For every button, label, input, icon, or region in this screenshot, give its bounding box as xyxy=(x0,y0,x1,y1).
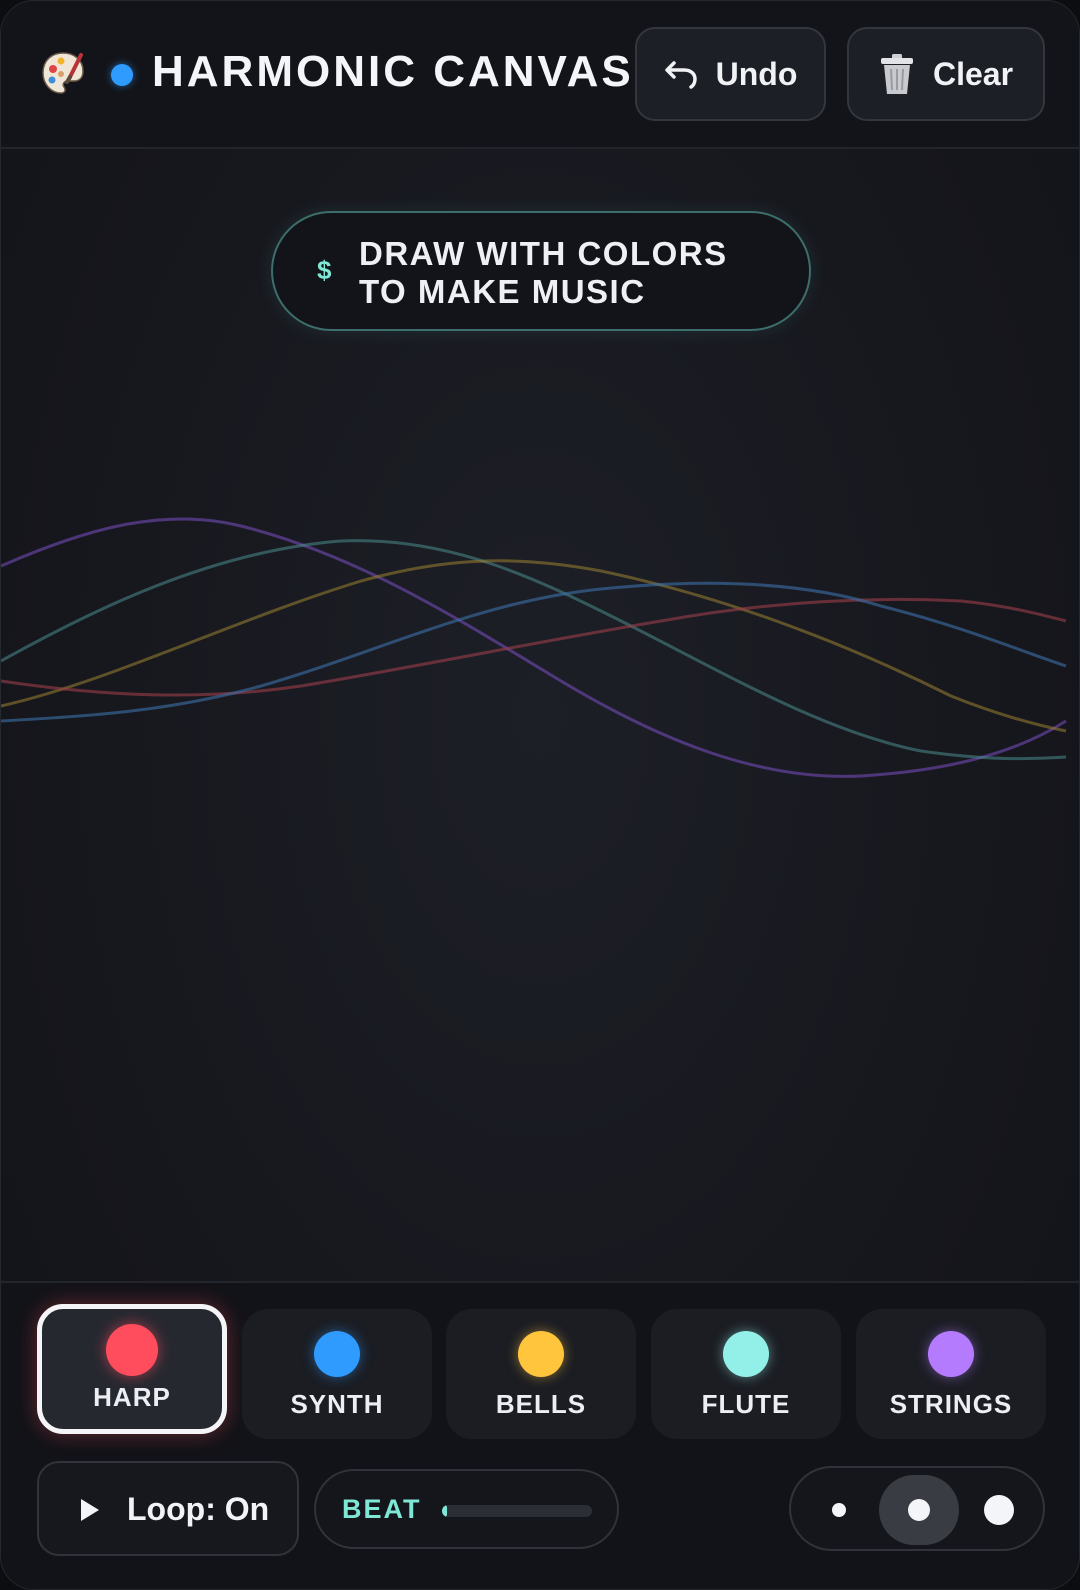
brush-size-selector xyxy=(789,1466,1045,1551)
palette-icon xyxy=(42,52,84,94)
clear-label: Clear xyxy=(932,55,1014,92)
instrument-synth[interactable]: SYNTH xyxy=(242,1309,432,1439)
wave-teal xyxy=(1,539,1067,761)
medium-dot-icon xyxy=(908,1499,930,1521)
synth-color-swatch xyxy=(314,1331,360,1377)
bells-color-swatch xyxy=(518,1331,564,1377)
instruction-banner: $ DRAW WITH COLORS TO MAKE MUSIC xyxy=(271,211,811,331)
undo-button[interactable]: Undo xyxy=(635,27,826,121)
instrument-flute[interactable]: FLUTE xyxy=(651,1309,841,1439)
instrument-strings[interactable]: STRINGS xyxy=(856,1309,1046,1439)
instruction-line-2: TO MAKE MUSIC xyxy=(359,273,646,310)
instrument-label: SYNTH xyxy=(290,1389,384,1419)
loop-label: Loop: On xyxy=(127,1491,270,1527)
wave-blue xyxy=(1,581,1067,723)
brush-size-large[interactable] xyxy=(959,1475,1039,1545)
undo-label: Undo xyxy=(715,55,798,92)
undo-arrow-icon xyxy=(664,61,697,89)
app-title: HARMONIC CANVAS xyxy=(152,47,634,96)
instruction-text: DRAW WITH COLORS TO MAKE MUSIC xyxy=(359,235,728,311)
clear-button[interactable]: Clear xyxy=(847,27,1045,121)
brush-size-medium[interactable] xyxy=(879,1475,959,1545)
small-dot-icon xyxy=(832,1503,846,1517)
play-icon xyxy=(81,1499,99,1521)
instrument-harp[interactable]: HARP xyxy=(37,1304,227,1434)
flute-color-swatch xyxy=(723,1331,769,1377)
drawing-canvas[interactable] xyxy=(1,481,1080,841)
instruction-line-1: DRAW WITH COLORS xyxy=(359,235,728,272)
instrument-label: STRINGS xyxy=(889,1389,1013,1419)
brush-size-small[interactable] xyxy=(799,1475,879,1545)
wave-yellow xyxy=(1,559,1067,733)
beat-progress-track xyxy=(442,1505,592,1517)
instrument-label: BELLS xyxy=(495,1389,587,1419)
loop-toggle-button[interactable]: Loop: On xyxy=(37,1461,299,1556)
app-frame: HARMONIC CANVAS Undo Clear $ DRAW WITH C… xyxy=(0,0,1080,1590)
beat-indicator: BEAT xyxy=(314,1469,619,1549)
strings-color-swatch xyxy=(928,1331,974,1377)
beat-label: BEAT xyxy=(342,1494,422,1524)
instrument-label: HARP xyxy=(93,1382,171,1412)
instrument-bells[interactable]: BELLS xyxy=(446,1309,636,1439)
header-bar: HARMONIC CANVAS Undo Clear xyxy=(1,1,1079,149)
music-note-icon: $ xyxy=(317,255,332,285)
harp-color-swatch xyxy=(106,1324,158,1376)
trash-icon xyxy=(880,54,913,94)
wave-purple xyxy=(1,517,1067,778)
large-dot-icon xyxy=(984,1495,1014,1525)
status-indicator xyxy=(111,64,133,86)
beat-progress-fill xyxy=(442,1505,447,1517)
instrument-label: FLUTE xyxy=(701,1389,791,1419)
